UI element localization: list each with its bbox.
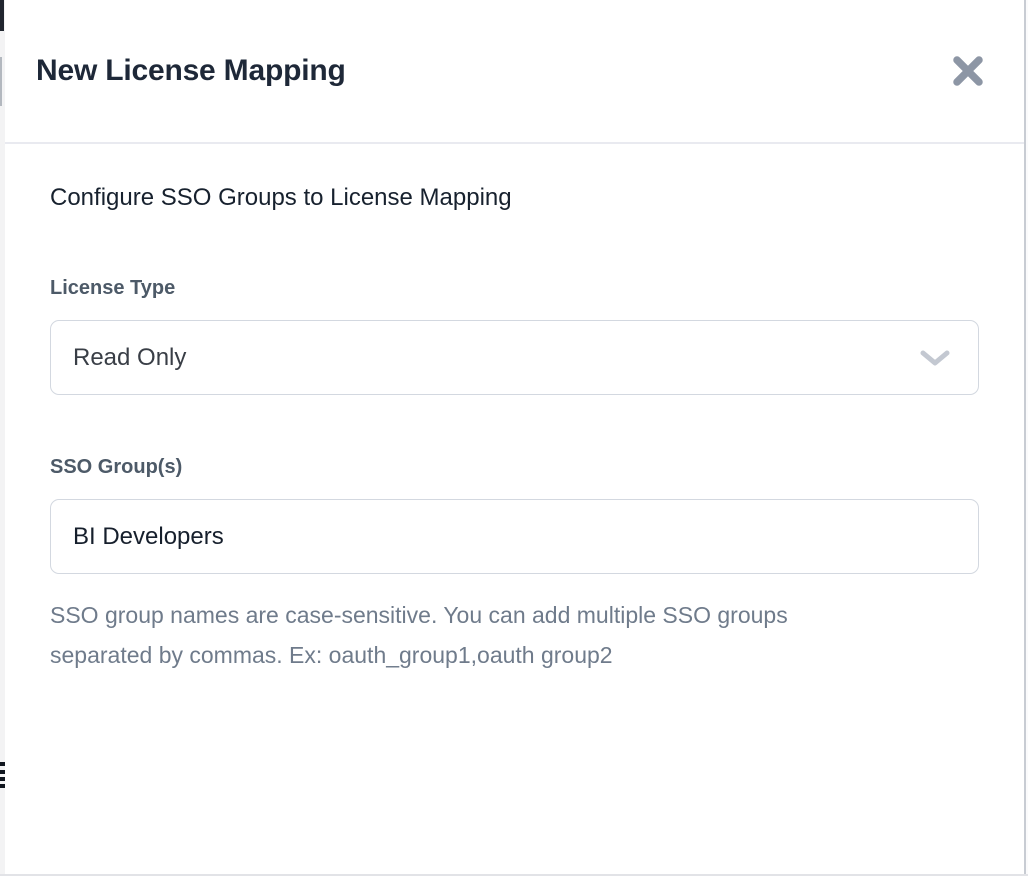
license-type-selected-value: Read Only [73, 344, 186, 372]
license-type-field: License Type Read Only [50, 276, 979, 395]
close-icon [952, 56, 984, 86]
sso-groups-label: SSO Group(s) [50, 455, 979, 479]
modal-title: New License Mapping [36, 54, 346, 88]
sso-groups-input[interactable] [50, 499, 979, 574]
sso-groups-field: SSO Group(s) SSO group names are case-se… [50, 455, 979, 675]
new-license-mapping-modal: New License Mapping Configure SSO Groups… [5, 0, 1026, 876]
modal-header: New License Mapping [5, 0, 1024, 144]
modal-body: Configure SSO Groups to License Mapping … [5, 144, 1024, 675]
license-type-select[interactable]: Read Only [50, 320, 979, 395]
background-fragment-line [0, 57, 2, 106]
sso-groups-help-text: SSO group names are case-sensitive. You … [50, 595, 979, 675]
intro-text: Configure SSO Groups to License Mapping [50, 184, 979, 212]
background-fragment-dark [0, 0, 4, 31]
chevron-down-icon [920, 350, 950, 366]
close-button[interactable] [946, 50, 990, 92]
license-type-label: License Type [50, 276, 979, 300]
screen: { "modal": { "title": "New License Mappi… [0, 0, 1028, 876]
